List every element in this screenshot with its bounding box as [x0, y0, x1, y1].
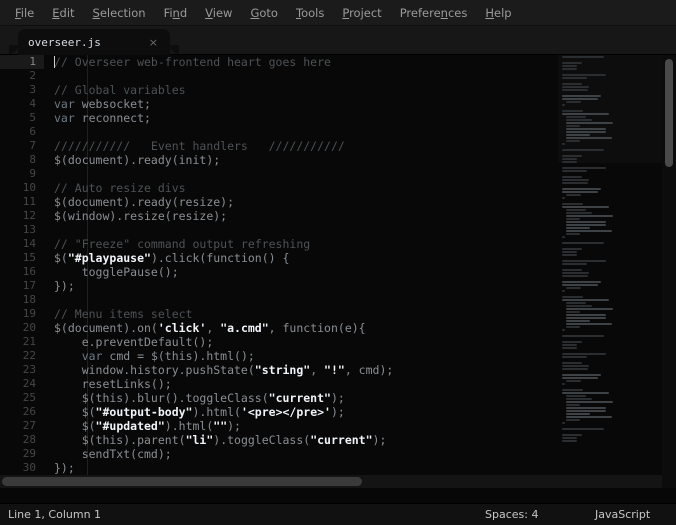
line-number: 1: [0, 55, 44, 69]
line-number: 28: [22, 433, 36, 446]
line-number: 7: [29, 139, 36, 152]
editor-pane[interactable]: 1 2 3 4 5 6 7 8 9 10 11 12 13 14 15 16 17 18 19 20 21 22 23 24 2…: [0, 55, 676, 488]
line-number: 20: [22, 321, 36, 334]
line-number: 15: [22, 251, 36, 264]
line-number: 25: [22, 391, 36, 404]
code-line: togglePause();: [54, 265, 179, 279]
code-line: var websocket;: [54, 97, 151, 111]
code-line: $(document).ready(init);: [54, 153, 221, 167]
line-number: 4: [29, 97, 36, 110]
menu-item-help[interactable]: Help: [476, 0, 520, 26]
line-number: 27: [22, 419, 36, 432]
menu-item-file[interactable]: File: [6, 0, 43, 26]
tab-shoulder-left: [9, 45, 18, 54]
code-line: $(this).blur().toggleClass("current");: [54, 391, 345, 405]
line-number: 8: [29, 153, 36, 166]
code-line: });: [54, 279, 75, 293]
horizontal-scrollbar-thumb[interactable]: [2, 477, 362, 486]
code-line: $(document).ready(resize);: [54, 195, 235, 209]
code-line: // Overseer web-frontend heart goes here: [54, 55, 331, 69]
line-number: 14: [22, 237, 36, 250]
line-number: 17: [22, 279, 36, 292]
menu-item-selection[interactable]: Selection: [84, 0, 155, 26]
status-bar: Line 1, Column 1 Spaces: 4 JavaScript: [0, 503, 676, 525]
menu-item-edit[interactable]: Edit: [43, 0, 83, 26]
vertical-scrollbar-thumb[interactable]: [665, 59, 673, 167]
line-number: 13: [22, 223, 36, 236]
line-number: 5: [29, 111, 36, 124]
code-line: sendTxt(cmd);: [54, 447, 172, 461]
vertical-scrollbar[interactable]: [662, 55, 676, 488]
code-line: var reconnect;: [54, 111, 151, 125]
horizontal-scrollbar[interactable]: [0, 475, 662, 488]
line-number: 22: [22, 349, 36, 362]
code-line: resetLinks();: [54, 377, 172, 391]
code-line: /////////// Event handlers ///////////: [54, 139, 345, 153]
code-line: $(document).on('click', "a.cmd", functio…: [54, 321, 366, 335]
line-number: 9: [29, 167, 36, 180]
code-line: $(window).resize(resize);: [54, 209, 228, 223]
line-number: 11: [22, 195, 36, 208]
code-line: $(this).parent("li").toggleClass("curren…: [54, 433, 387, 447]
line-number: 3: [29, 83, 36, 96]
status-indentation[interactable]: Spaces: 4: [485, 508, 538, 521]
line-number: 30: [22, 461, 36, 474]
code-line: // Auto resize divs: [54, 181, 186, 195]
sublime-text-window: File Edit Selection Find View Goto Tools Projec…: [0, 0, 676, 525]
line-number: 6: [29, 125, 36, 138]
menu-item-find[interactable]: Find: [155, 0, 197, 26]
minimap-line: [558, 442, 662, 445]
line-number: 26: [22, 405, 36, 418]
text-caret: [54, 56, 55, 68]
menu-item-preferences[interactable]: Preferences: [391, 0, 477, 26]
minimap[interactable]: [558, 55, 662, 488]
line-number: 10: [22, 181, 36, 194]
line-number: 16: [22, 265, 36, 278]
line-number-gutter: 1 2 3 4 5 6 7 8 9 10 11 12 13 14 15 16 17 18 19 20 21 22 23 24 2…: [0, 55, 44, 488]
status-cursor-position[interactable]: Line 1, Column 1: [8, 508, 101, 521]
close-icon[interactable]: ×: [147, 37, 160, 48]
line-number: 18: [22, 293, 36, 306]
code-line: $("#updated").html("");: [54, 419, 241, 433]
line-number: 2: [29, 69, 36, 82]
code-line: // Global variables: [54, 83, 186, 97]
line-number: 23: [22, 363, 36, 376]
line-number: 21: [22, 335, 36, 348]
menu-item-view[interactable]: View: [196, 0, 241, 26]
status-syntax-mode[interactable]: JavaScript: [595, 508, 650, 521]
code-line: $("#output-body").html('<pre></pre>');: [54, 405, 345, 419]
code-line: var cmd = $(this).html();: [81, 349, 255, 363]
tab-label: overseer.js: [28, 35, 101, 49]
tab-bar: overseer.js ×: [0, 26, 676, 55]
code-area[interactable]: // Overseer web-frontend heart goes here…: [44, 55, 562, 488]
menu-item-tools[interactable]: Tools: [287, 0, 333, 26]
line-number: 12: [22, 209, 36, 222]
line-number: 24: [22, 377, 36, 390]
code-line: });: [54, 461, 75, 475]
menu-item-goto[interactable]: Goto: [241, 0, 287, 26]
tab-shoulder-right: [170, 45, 179, 54]
tab-overseer-js[interactable]: overseer.js ×: [18, 29, 170, 55]
code-line: e.preventDefault();: [54, 335, 214, 349]
line-number: 19: [22, 307, 36, 320]
line-number: 29: [22, 447, 36, 460]
code-line: // Menu items select: [54, 307, 193, 321]
code-line: $("#playpause").click(function() {: [54, 251, 290, 265]
menu-bar: File Edit Selection Find View Goto Tools Projec…: [0, 0, 676, 26]
code-line: window.history.pushState("string", "!", …: [54, 363, 394, 377]
menu-item-project[interactable]: Project: [333, 0, 390, 26]
code-line: // "Freeze" command output refreshing: [54, 237, 311, 251]
